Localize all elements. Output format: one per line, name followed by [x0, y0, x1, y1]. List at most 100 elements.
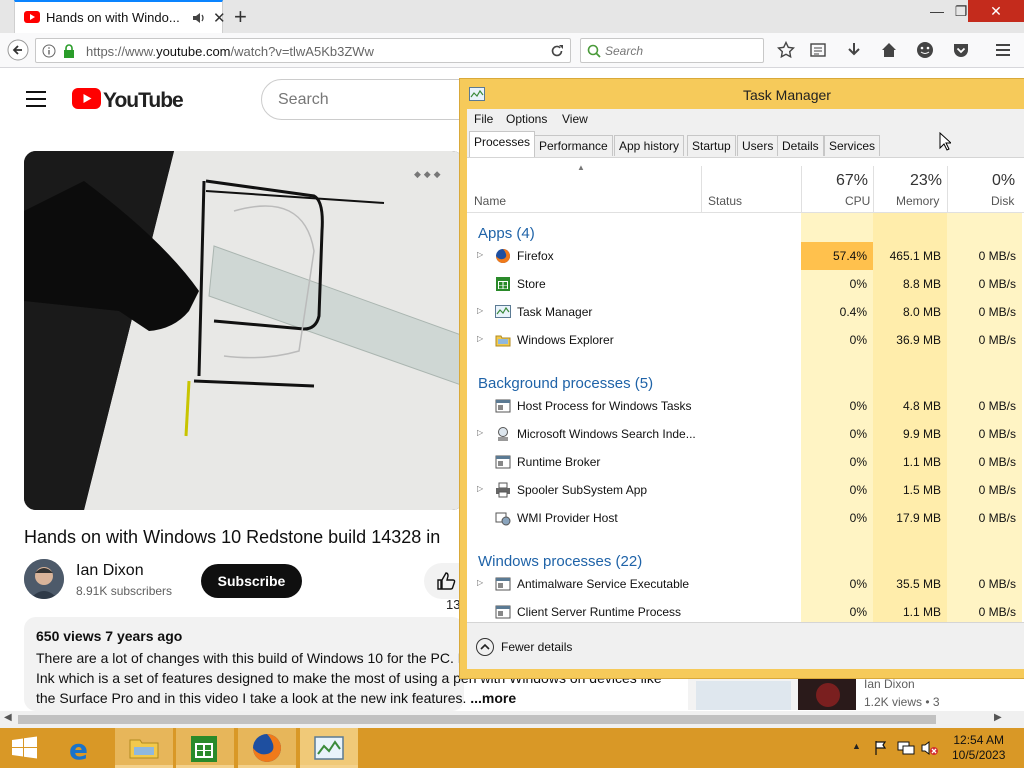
- expand-icon[interactable]: ▷: [477, 334, 483, 343]
- process-cpu: 57.4%: [801, 242, 873, 270]
- recommended-channel: Ian Dixon: [864, 677, 915, 691]
- youtube-guide-menu-icon[interactable]: [26, 91, 46, 107]
- back-icon[interactable]: [7, 39, 29, 61]
- tab-processes[interactable]: Processes: [469, 131, 536, 157]
- process-row-wmi-provider-host[interactable]: WMI Provider Host 0% 17.9 MB 0 MB/s: [467, 504, 1024, 532]
- channel-name[interactable]: Ian Dixon: [76, 562, 144, 580]
- show-more-link[interactable]: ...more: [470, 690, 516, 706]
- start-button[interactable]: [0, 728, 58, 768]
- show-hidden-icons-icon[interactable]: ▲: [852, 741, 861, 751]
- channel-avatar[interactable]: [24, 559, 64, 599]
- info-icon[interactable]: [42, 44, 56, 58]
- process-row-firefox[interactable]: ▷ Firefox 57.4% 465.1 MB 0 MB/s: [467, 242, 1024, 270]
- url-bar[interactable]: https://www.youtube.com/watch?v=tlwA5Kb3…: [35, 38, 571, 63]
- taskbar-task-manager-icon[interactable]: [300, 728, 358, 768]
- browser-tab[interactable]: Hands on with Windo... ✕: [14, 0, 226, 33]
- scroll-right-icon[interactable]: ▶: [994, 712, 1002, 723]
- column-disk[interactable]: Disk: [991, 194, 1014, 208]
- like-button[interactable]: [424, 563, 464, 599]
- process-disk: 0 MB/s: [978, 249, 1016, 263]
- expand-icon[interactable]: ▷: [477, 428, 483, 437]
- video-player[interactable]: ◆ ◆ ◆: [24, 151, 464, 510]
- home-icon[interactable]: [880, 41, 898, 59]
- sort-ascending-icon[interactable]: ▲: [577, 163, 585, 172]
- browser-search-input[interactable]: Search: [580, 38, 764, 63]
- process-cpu: 0%: [849, 577, 867, 591]
- column-memory[interactable]: Memory: [896, 194, 939, 208]
- group-windows-processes: Windows processes (22): [478, 553, 643, 570]
- emoji-icon[interactable]: [916, 41, 934, 59]
- reading-list-icon[interactable]: [809, 41, 827, 59]
- download-icon[interactable]: [845, 41, 863, 59]
- system-clock[interactable]: 12:54 AM 10/5/2023: [952, 733, 1005, 763]
- tab-strip: Hands on with Windo... ✕ + — ❐ ✕: [0, 0, 1024, 33]
- tab-close-icon[interactable]: ✕: [213, 9, 226, 27]
- taskbar-store-icon[interactable]: [176, 728, 234, 768]
- navigation-bar: https://www.youtube.com/watch?v=tlwA5Kb3…: [0, 33, 1024, 68]
- hamburger-menu-icon[interactable]: [994, 41, 1012, 59]
- menu-view[interactable]: View: [562, 112, 588, 126]
- expand-icon[interactable]: ▷: [477, 484, 483, 493]
- speaker-icon[interactable]: [191, 10, 207, 26]
- volume-muted-icon[interactable]: [921, 740, 939, 756]
- pocket-icon[interactable]: [952, 41, 970, 59]
- video-description[interactable]: 650 views 7 years ago There are a lot of…: [24, 617, 662, 711]
- process-memory: 1.5 MB: [902, 483, 941, 497]
- menu-options[interactable]: Options: [506, 112, 547, 126]
- fewer-details-link[interactable]: Fewer details: [501, 640, 572, 654]
- column-status[interactable]: Status: [708, 194, 742, 208]
- taskbar-file-explorer-icon[interactable]: [115, 728, 173, 768]
- process-cpu: 0%: [849, 511, 867, 525]
- process-row-store[interactable]: Store 0% 8.8 MB 0 MB/s: [467, 270, 1024, 298]
- window-close-icon[interactable]: ✕: [968, 0, 1024, 22]
- svg-text:e: e: [69, 733, 88, 766]
- process-row-spooler[interactable]: ▷ Spooler SubSystem App 0% 1.5 MB 0 MB/s: [467, 476, 1024, 504]
- taskbar-edge-icon[interactable]: e: [52, 728, 110, 768]
- process-cpu: 0%: [849, 333, 867, 347]
- expand-icon[interactable]: ▷: [477, 306, 483, 315]
- expand-icon[interactable]: ▷: [477, 578, 483, 587]
- process-row-windows-explorer[interactable]: ▷ Windows Explorer 0% 36.9 MB 0 MB/s: [467, 326, 1024, 354]
- tab-services[interactable]: Services: [824, 135, 881, 156]
- process-row-search-indexer[interactable]: ▷ Microsoft Windows Search Inde... 0% 9.…: [467, 420, 1024, 448]
- scrollbar-thumb[interactable]: [18, 715, 936, 724]
- subscribe-button[interactable]: Subscribe: [201, 564, 302, 598]
- horizontal-scrollbar[interactable]: ◀ ▶: [0, 711, 1024, 728]
- tab-startup[interactable]: Startup: [687, 135, 736, 156]
- lock-icon[interactable]: [63, 44, 75, 58]
- action-center-flag-icon[interactable]: [874, 740, 888, 756]
- process-row-csrss[interactable]: Client Server Runtime Process 0% 1.1 MB …: [467, 598, 1024, 622]
- fewer-details-chevron-up-icon[interactable]: [476, 638, 494, 656]
- tab-details[interactable]: Details: [777, 135, 824, 156]
- process-row-task-manager[interactable]: ▷ Task Manager 0.4% 8.0 MB 0 MB/s: [467, 298, 1024, 326]
- expand-icon[interactable]: ▷: [477, 250, 483, 259]
- recommended-video-thumbnail[interactable]: [688, 677, 856, 710]
- process-disk: 0 MB/s: [978, 399, 1016, 413]
- task-manager-title: Task Manager: [743, 87, 831, 103]
- column-name[interactable]: Name: [474, 194, 506, 208]
- tab-performance[interactable]: Performance: [534, 135, 613, 156]
- scroll-left-icon[interactable]: ◀: [4, 712, 12, 723]
- svg-text:◆ ◆ ◆: ◆ ◆ ◆: [414, 170, 441, 180]
- process-row-antimalware[interactable]: ▷ Antimalware Service Executable 0% 35.5…: [467, 570, 1024, 598]
- tab-users[interactable]: Users: [737, 135, 779, 156]
- tab-app-history[interactable]: App history: [614, 135, 685, 156]
- process-row-runtime-broker[interactable]: Runtime Broker 0% 1.1 MB 0 MB/s: [467, 448, 1024, 476]
- search-placeholder: Search: [605, 44, 644, 58]
- recommended-views: 1.2K views • 3: [864, 695, 940, 709]
- taskbar-firefox-icon[interactable]: [238, 728, 296, 768]
- process-name: Antimalware Service Executable: [517, 577, 690, 591]
- task-manager-titlebar[interactable]: Task Manager: [460, 79, 1024, 109]
- search-engine-icon[interactable]: [586, 43, 602, 59]
- column-cpu[interactable]: CPU: [845, 194, 870, 208]
- network-icon[interactable]: [897, 740, 915, 756]
- bookmark-star-icon[interactable]: [777, 41, 795, 59]
- reload-icon[interactable]: [550, 44, 564, 58]
- process-name: Store: [517, 277, 546, 291]
- new-tab-icon[interactable]: +: [234, 4, 247, 30]
- youtube-logo[interactable]: YouTube: [72, 88, 184, 112]
- menu-file[interactable]: File: [474, 112, 493, 126]
- tab-title: Hands on with Windo...: [46, 10, 180, 25]
- process-row-host-process[interactable]: Host Process for Windows Tasks 0% 4.8 MB…: [467, 392, 1024, 420]
- process-disk: 0 MB/s: [978, 455, 1016, 469]
